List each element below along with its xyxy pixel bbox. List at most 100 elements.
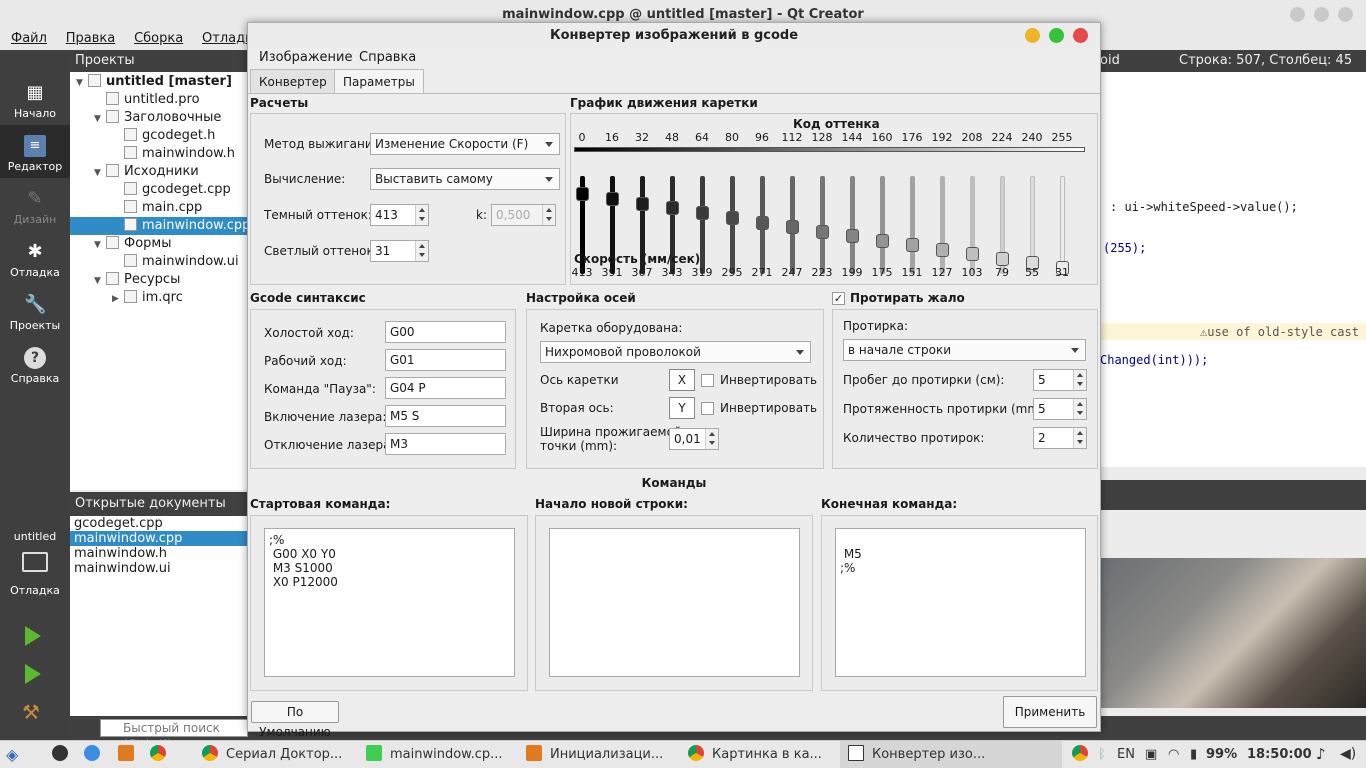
speed-slider-handle[interactable] [666,201,679,216]
open-doc-item[interactable]: gcodeget.cpp [70,516,248,531]
idle-move-field[interactable]: G00 [385,321,506,343]
tree-item[interactable]: main.cpp [70,199,248,217]
wipe-combo[interactable]: в начале строки [843,339,1086,361]
spin-arrows-icon[interactable] [415,241,428,261]
wipe-length-spinbox[interactable]: 5 [1033,398,1087,420]
speed-slider-handle[interactable] [726,211,739,226]
tree-item[interactable]: ▶ im.qrc [70,289,248,307]
spin-arrows-icon[interactable] [415,205,428,225]
invert-axis1-checkbox[interactable] [701,374,714,387]
speed-slider-handle[interactable] [576,186,589,201]
run-icon[interactable] [25,626,41,646]
minimize-icon[interactable] [1025,28,1040,43]
newline-command-textarea[interactable] [549,528,800,677]
volume-icon[interactable]: ◀) [1340,741,1356,768]
close-icon[interactable] [1073,28,1088,43]
code-editor[interactable]: : ui->whiteSpeed->value(); (255); ⚠use o… [1100,72,1366,467]
task-item[interactable]: Инициализаци... [526,741,663,768]
expand-arrow-icon[interactable]: ▼ [94,236,106,254]
terminal-icon[interactable] [52,745,68,761]
defaults-button[interactable]: По Умолчанию [251,701,339,739]
wipe-checkbox[interactable]: ✓ [832,292,845,305]
mode-help[interactable]: ? Справка [0,337,70,390]
speed-slider-handle[interactable] [876,233,889,248]
tree-item[interactable]: mainwindow.cpp [70,217,250,235]
carriage-combo[interactable]: Нихромовой проволокой [540,341,811,363]
end-command-textarea[interactable]: M5 ;% [835,528,1086,677]
speed-slider-handle[interactable] [1056,260,1069,275]
speed-slider-handle[interactable] [996,251,1009,266]
spin-arrows-icon[interactable] [1073,399,1086,419]
minimize-icon[interactable] [1290,7,1305,22]
speed-slider-handle[interactable] [606,192,619,207]
expand-arrow-icon[interactable]: ▼ [76,74,88,92]
expand-arrow-icon[interactable]: ▼ [94,110,106,128]
tree-item[interactable]: gcodeget.h [70,127,248,145]
sublime-icon[interactable] [118,745,134,761]
menu-edit[interactable]: Правка [66,30,115,48]
spin-arrows-icon[interactable] [705,429,718,449]
locator-search-input[interactable]: Быстрый поиск (Ctrl+K) [100,719,248,751]
battery-icon[interactable]: ▮ [1190,741,1197,768]
speed-slider-handle[interactable] [1026,256,1039,271]
clock[interactable]: 18:50:00 [1247,741,1312,768]
tree-item[interactable]: gcodeget.cpp [70,181,248,199]
burn-width-spinbox[interactable]: 0,01 [669,428,719,450]
tree-item[interactable]: ▼ Ресурсы [70,271,248,289]
speed-slider-handle[interactable] [906,238,919,253]
apply-button[interactable]: Применить [1003,696,1097,728]
expand-arrow-icon[interactable]: ▼ [94,272,106,290]
second-axis-field[interactable]: Y [669,397,695,419]
light-tone-spinbox[interactable]: 31 [370,240,429,262]
menu-file[interactable]: Файл [11,30,47,48]
speed-slider-handle[interactable] [756,215,769,230]
mode-debug[interactable]: ✱ Отладка [0,231,70,284]
dark-tone-spinbox[interactable]: 413 [370,204,429,226]
tab-converter[interactable]: Конвертер [250,69,336,93]
work-move-field[interactable]: G01 [385,349,506,371]
keyboard-layout[interactable]: EN [1117,741,1135,768]
maximize-icon[interactable] [1049,28,1064,43]
start-command-textarea[interactable]: ;% G00 X0 Y0 M3 S1000 X0 P12000 [264,528,515,677]
task-item-active[interactable]: Конвертер изо... [840,741,1062,768]
bluetooth-icon[interactable]: ᛒ [1098,741,1106,768]
expand-arrow-icon[interactable]: ▶ [112,290,124,308]
task-item[interactable]: Картинка в ка... [688,741,822,768]
chrome-tray-icon[interactable] [1072,745,1088,761]
task-item[interactable]: mainwindow.cp... [366,741,503,768]
speed-slider-handle[interactable] [816,224,829,239]
tree-item[interactable]: mainwindow.ui [70,253,248,271]
tree-item[interactable]: ▼ Заголовочные [70,109,248,127]
tree-item[interactable]: ▼ Формы [70,235,248,253]
carriage-axis-field[interactable]: X [669,369,695,391]
mode-welcome[interactable]: ▦ Начало [0,72,70,125]
speed-slider-handle[interactable] [636,196,649,211]
open-doc-item[interactable]: mainwindow.cpp [70,531,248,546]
open-doc-item[interactable]: mainwindow.h [70,546,248,561]
start-menu-icon[interactable]: ◈ [6,741,18,768]
speed-slider-handle[interactable] [936,242,949,257]
wipe-run-spinbox[interactable]: 5 [1033,369,1087,391]
laser-on-field[interactable]: M5 S [385,405,506,427]
open-doc-item[interactable]: mainwindow.ui [70,561,248,576]
mode-edit[interactable]: ≡ Редактор [0,125,70,178]
symbol-selector[interactable]: oid [1100,50,1120,72]
wifi-icon[interactable]: ◠ [1168,741,1179,768]
music-icon[interactable]: ♪ [1316,741,1326,768]
menu-help[interactable]: Справка [359,50,416,65]
compute-combo[interactable]: Выставить самому [370,168,560,190]
speed-slider-handle[interactable] [966,247,979,262]
spin-arrows-icon[interactable] [1073,370,1086,390]
wipe-count-spinbox[interactable]: 2 [1033,427,1087,449]
menu-build[interactable]: Сборка [134,30,183,48]
maximize-icon[interactable] [1314,7,1329,22]
speed-slider-handle[interactable] [846,229,859,244]
mode-design[interactable]: ✎ Дизайн [0,178,70,231]
mode-projects[interactable]: 🔧 Проекты [0,284,70,337]
spin-arrows-icon[interactable] [1073,428,1086,448]
method-combo[interactable]: Изменение Скорости (F) [370,133,560,155]
hammer-icon[interactable]: ⚒ [22,700,40,724]
tab-parameters[interactable]: Параметры [334,69,424,93]
tree-item[interactable]: untitled.pro [70,91,248,109]
close-icon[interactable] [1338,7,1353,22]
